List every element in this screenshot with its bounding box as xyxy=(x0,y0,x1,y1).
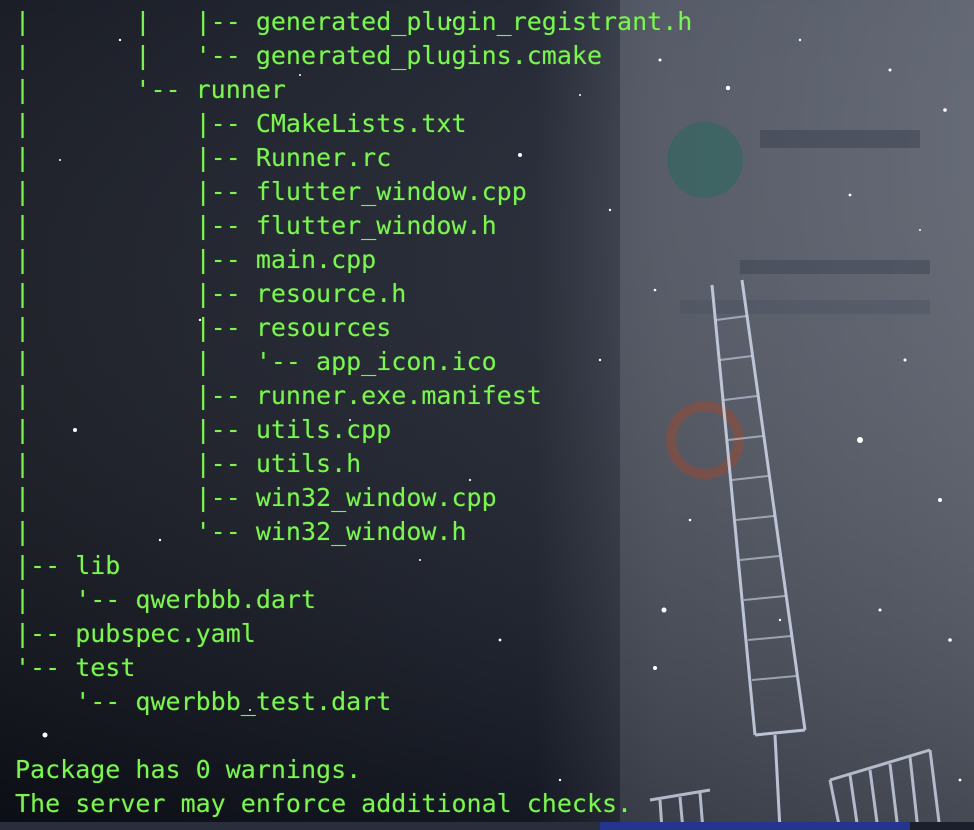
terminal-line: | |-- utils.h xyxy=(15,449,362,478)
terminal-line: | |-- win32_window.cpp xyxy=(15,483,497,512)
terminal-line: | '-- win32_window.h xyxy=(15,517,467,546)
terminal-line: | |-- Runner.rc xyxy=(15,143,392,172)
terminal-line: |-- lib xyxy=(15,551,121,580)
terminal-line: Package has 0 warnings. xyxy=(15,755,362,784)
terminal-line: The server may enforce additional checks… xyxy=(15,789,633,818)
terminal-line: | | '-- generated_plugins.cmake xyxy=(15,41,602,70)
terminal-line: | |-- flutter_window.h xyxy=(15,211,497,240)
terminal-line: '-- qwerbbb_test.dart xyxy=(15,687,392,716)
terminal-line: '-- test xyxy=(15,653,136,682)
terminal-window[interactable]: | | |-- generated_plugin_registrant.h | … xyxy=(0,0,974,830)
terminal-line: | |-- utils.cpp xyxy=(15,415,392,444)
terminal-status-bar xyxy=(0,822,974,830)
terminal-line: | | '-- app_icon.ico xyxy=(15,347,497,376)
terminal-line: | |-- flutter_window.cpp xyxy=(15,177,527,206)
terminal-line: | |-- main.cpp xyxy=(15,245,377,274)
terminal-line: | |-- runner.exe.manifest xyxy=(15,381,542,410)
terminal-line: | |-- resources xyxy=(15,313,392,342)
status-bar-segment xyxy=(600,822,910,830)
terminal-line: | | |-- generated_plugin_registrant.h xyxy=(15,7,693,36)
terminal-line: | '-- qwerbbb.dart xyxy=(15,585,317,614)
status-bar-segment xyxy=(0,822,600,830)
terminal-line: | |-- resource.h xyxy=(15,279,407,308)
terminal-line: |-- pubspec.yaml xyxy=(15,619,256,648)
terminal-line: | '-- runner xyxy=(15,75,286,104)
terminal-line: | |-- CMakeLists.txt xyxy=(15,109,467,138)
